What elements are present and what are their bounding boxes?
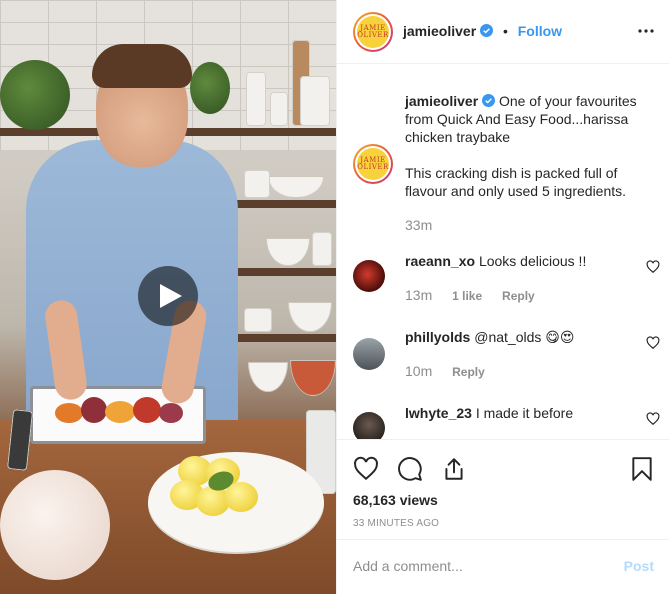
comment-username[interactable]: phillyolds (405, 329, 470, 345)
post-video[interactable] (0, 0, 336, 594)
bowl (248, 362, 288, 392)
reply-button[interactable]: Reply (502, 289, 535, 303)
caption-avatar[interactable]: JAMIE OLIVER (353, 144, 393, 184)
bowl (288, 302, 332, 332)
avatar-logo: JAMIE OLIVER (357, 16, 389, 48)
caption-text-second: This cracking dish is packed full of fla… (405, 165, 627, 199)
comment-text: Looks delicious !! (478, 253, 587, 269)
play-button[interactable] (138, 266, 198, 326)
instagram-post: JAMIE OLIVER jamieoliver • Follow JAMIE … (0, 0, 669, 594)
bowl (266, 238, 310, 266)
comment-username[interactable]: raeann_xo (405, 253, 475, 269)
post-side-panel: JAMIE OLIVER jamieoliver • Follow JAMIE … (336, 0, 669, 594)
reply-button[interactable]: Reply (452, 365, 485, 379)
jar (300, 76, 330, 126)
comment-likes[interactable]: 1 like (452, 289, 482, 303)
raw-chicken (0, 470, 110, 580)
comment-input[interactable] (353, 558, 613, 574)
mug (244, 308, 272, 332)
verified-badge-icon (480, 24, 494, 37)
jar (270, 92, 288, 126)
jar (246, 72, 266, 126)
bowl (290, 360, 336, 396)
plant (0, 60, 70, 130)
bookmark-icon[interactable] (630, 456, 654, 482)
comment-time[interactable]: 13m (405, 287, 432, 303)
caption-time[interactable]: 33m (405, 216, 653, 234)
add-comment-bar: Post (337, 539, 669, 594)
comment-item: raeann_xo Looks delicious !! 13m 1 like … (405, 252, 653, 305)
separator-dot: • (502, 23, 508, 39)
caption: jamieoliver One of your favourites from … (405, 92, 653, 234)
action-bar: 68,163 views 33 MINUTES AGO (337, 439, 669, 539)
follow-button[interactable]: Follow (518, 23, 562, 39)
avatar-logo: JAMIE OLIVER (357, 148, 389, 180)
comment-icon[interactable] (397, 456, 423, 482)
plate (148, 452, 324, 552)
comment-avatar[interactable] (353, 260, 385, 292)
comment-time[interactable]: 10m (405, 363, 432, 379)
post-header: JAMIE OLIVER jamieoliver • Follow (337, 0, 669, 64)
verified-badge-icon (482, 94, 496, 107)
comment-like-heart-icon[interactable] (646, 336, 660, 350)
view-count[interactable]: 68,163 views (353, 492, 438, 508)
caption-username[interactable]: jamieoliver (405, 93, 478, 109)
share-icon[interactable] (441, 456, 467, 482)
author-username[interactable]: jamieoliver (403, 23, 476, 39)
more-options-icon[interactable] (638, 22, 654, 40)
comment-avatar[interactable] (353, 338, 385, 370)
plant (190, 62, 230, 114)
comment-item: lwhyte_23 I made it before (405, 404, 653, 422)
comment-username[interactable]: lwhyte_23 (405, 405, 472, 421)
pitcher (244, 170, 270, 198)
comments-list[interactable]: JAMIE OLIVER jamieoliver One of your fav… (337, 64, 669, 439)
post-comment-button[interactable]: Post (624, 558, 654, 574)
play-icon (159, 284, 182, 308)
comment-like-heart-icon[interactable] (646, 412, 660, 426)
post-timestamp: 33 MINUTES AGO (353, 518, 440, 529)
comment-text: @nat_olds 😋😍 (474, 329, 575, 345)
heart-icon[interactable] (353, 456, 379, 482)
bowl (268, 176, 324, 198)
comment-avatar[interactable] (353, 412, 385, 439)
comment-like-heart-icon[interactable] (646, 260, 660, 274)
comment-item: phillyolds @nat_olds 😋😍 10m Reply (405, 328, 653, 381)
author-avatar[interactable]: JAMIE OLIVER (353, 12, 393, 52)
jar (312, 232, 332, 266)
person-hair (92, 44, 192, 88)
comment-text: I made it before (475, 405, 574, 421)
